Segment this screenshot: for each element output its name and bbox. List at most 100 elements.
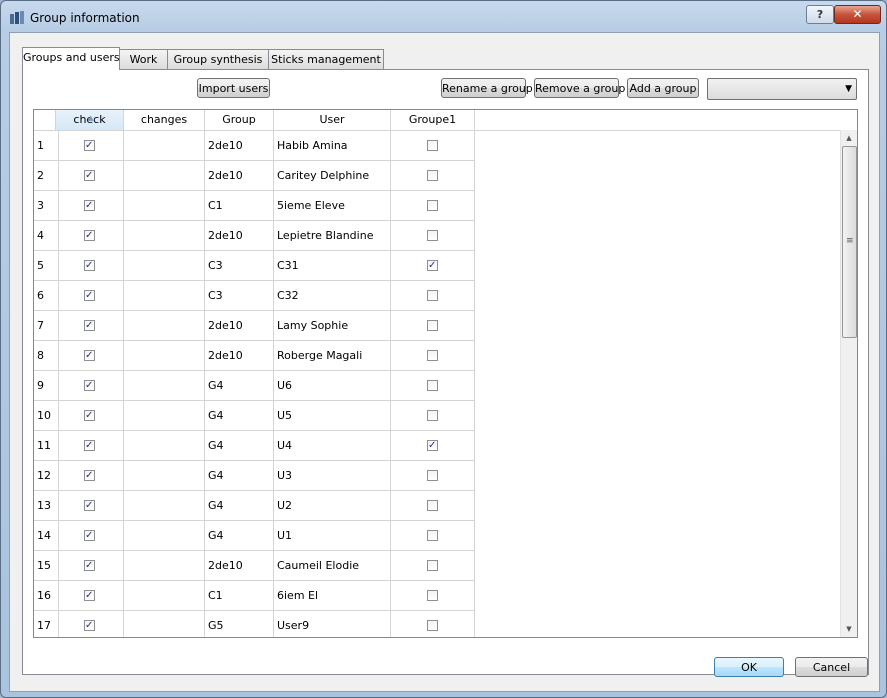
check-checkbox-cell[interactable]: ✓ xyxy=(56,491,124,521)
group-cell[interactable]: C3 xyxy=(205,281,274,311)
title-bar[interactable]: Group information ? ✕ xyxy=(1,1,886,33)
groupe1-checkbox[interactable] xyxy=(427,500,438,511)
changes-cell[interactable] xyxy=(124,611,205,637)
group-cell[interactable]: G5 xyxy=(205,611,274,637)
table-row[interactable]: 1 ✓ 2de10 Habib Amina xyxy=(34,131,841,161)
groupe1-checkbox[interactable]: ✓ xyxy=(427,440,438,451)
check-checkbox-cell[interactable]: ✓ xyxy=(56,251,124,281)
check-checkbox-cell[interactable]: ✓ xyxy=(56,611,124,637)
user-cell[interactable]: U3 xyxy=(274,461,391,491)
groupe1-checkbox[interactable] xyxy=(427,470,438,481)
group-select[interactable]: ▼ xyxy=(707,78,857,100)
changes-cell[interactable] xyxy=(124,521,205,551)
check-checkbox[interactable]: ✓ xyxy=(84,560,95,571)
groupe1-checkbox[interactable] xyxy=(427,140,438,151)
changes-cell[interactable] xyxy=(124,431,205,461)
groupe1-checkbox[interactable] xyxy=(427,170,438,181)
groupe1-checkbox-cell[interactable]: ✓ xyxy=(391,431,475,461)
table-row[interactable]: 16 ✓ C1 6iem El xyxy=(34,581,841,611)
rename-group-button[interactable]: Rename a group xyxy=(441,78,533,98)
tab-sticks-management[interactable]: Sticks management xyxy=(268,49,384,69)
groupe1-checkbox[interactable] xyxy=(427,530,438,541)
group-cell[interactable]: 2de10 xyxy=(205,341,274,371)
scroll-down-icon[interactable]: ▼ xyxy=(841,621,857,637)
groupe1-checkbox[interactable] xyxy=(427,320,438,331)
groupe1-checkbox-cell[interactable] xyxy=(391,161,475,191)
groupe1-checkbox[interactable] xyxy=(427,230,438,241)
table-row[interactable]: 11 ✓ G4 U4 ✓ xyxy=(34,431,841,461)
check-checkbox-cell[interactable]: ✓ xyxy=(56,131,124,161)
groupe1-checkbox[interactable] xyxy=(427,290,438,301)
changes-cell[interactable] xyxy=(124,371,205,401)
check-checkbox-cell[interactable]: ✓ xyxy=(56,341,124,371)
groupe1-checkbox[interactable] xyxy=(427,380,438,391)
check-checkbox[interactable]: ✓ xyxy=(84,440,95,451)
group-cell[interactable]: 2de10 xyxy=(205,221,274,251)
changes-cell[interactable] xyxy=(124,281,205,311)
import-users-button[interactable]: Import users xyxy=(197,78,270,98)
user-cell[interactable]: U6 xyxy=(274,371,391,401)
check-checkbox[interactable]: ✓ xyxy=(84,620,95,631)
close-button[interactable]: ✕ xyxy=(834,5,881,24)
user-cell[interactable]: Caumeil Elodie xyxy=(274,551,391,581)
groupe1-checkbox-cell[interactable] xyxy=(391,581,475,611)
tab-work[interactable]: Work xyxy=(119,49,168,69)
column-header-groupe1[interactable]: Groupe1 xyxy=(391,110,475,130)
groupe1-checkbox-cell[interactable] xyxy=(391,521,475,551)
groupe1-checkbox-cell[interactable] xyxy=(391,371,475,401)
groupe1-checkbox-cell[interactable] xyxy=(391,191,475,221)
column-header-user[interactable]: User xyxy=(274,110,391,130)
check-checkbox[interactable]: ✓ xyxy=(84,350,95,361)
group-cell[interactable]: G4 xyxy=(205,491,274,521)
tab-groups-and-users[interactable]: Groups and users xyxy=(22,47,120,70)
changes-cell[interactable] xyxy=(124,221,205,251)
group-cell[interactable]: G4 xyxy=(205,521,274,551)
check-checkbox[interactable]: ✓ xyxy=(84,530,95,541)
user-cell[interactable]: Lamy Sophie xyxy=(274,311,391,341)
group-cell[interactable]: 2de10 xyxy=(205,161,274,191)
column-header-group[interactable]: Group xyxy=(205,110,274,130)
groupe1-checkbox-cell[interactable] xyxy=(391,611,475,637)
changes-cell[interactable] xyxy=(124,401,205,431)
check-checkbox[interactable]: ✓ xyxy=(84,170,95,181)
user-cell[interactable]: U1 xyxy=(274,521,391,551)
group-cell[interactable]: G4 xyxy=(205,461,274,491)
table-row[interactable]: 8 ✓ 2de10 Roberge Magali xyxy=(34,341,841,371)
cancel-button[interactable]: Cancel xyxy=(795,657,868,677)
changes-cell[interactable] xyxy=(124,581,205,611)
groupe1-checkbox[interactable] xyxy=(427,350,438,361)
groupe1-checkbox-cell[interactable] xyxy=(391,311,475,341)
groupe1-checkbox-cell[interactable] xyxy=(391,341,475,371)
changes-cell[interactable] xyxy=(124,461,205,491)
user-cell[interactable]: U2 xyxy=(274,491,391,521)
table-row[interactable]: 14 ✓ G4 U1 xyxy=(34,521,841,551)
column-header-changes[interactable]: changes xyxy=(124,110,205,130)
groupe1-checkbox[interactable] xyxy=(427,410,438,421)
user-cell[interactable]: U4 xyxy=(274,431,391,461)
check-checkbox[interactable]: ✓ xyxy=(84,320,95,331)
group-cell[interactable]: G4 xyxy=(205,401,274,431)
user-cell[interactable]: Roberge Magali xyxy=(274,341,391,371)
groupe1-checkbox[interactable] xyxy=(427,590,438,601)
group-cell[interactable]: C1 xyxy=(205,581,274,611)
check-checkbox-cell[interactable]: ✓ xyxy=(56,431,124,461)
corner-cell[interactable] xyxy=(34,110,56,130)
groupe1-checkbox[interactable] xyxy=(427,560,438,571)
vertical-scrollbar[interactable]: ▲ ≡ ▼ xyxy=(840,130,857,637)
check-checkbox[interactable]: ✓ xyxy=(84,410,95,421)
users-table[interactable]: ▲ check changes Group User Groupe1 1 ✓ 2de… xyxy=(33,109,858,638)
check-checkbox-cell[interactable]: ✓ xyxy=(56,161,124,191)
check-checkbox[interactable]: ✓ xyxy=(84,380,95,391)
check-checkbox-cell[interactable]: ✓ xyxy=(56,191,124,221)
group-cell[interactable]: 2de10 xyxy=(205,311,274,341)
check-checkbox-cell[interactable]: ✓ xyxy=(56,371,124,401)
groupe1-checkbox-cell[interactable]: ✓ xyxy=(391,251,475,281)
check-checkbox[interactable]: ✓ xyxy=(84,470,95,481)
table-row[interactable]: 4 ✓ 2de10 Lepietre Blandine xyxy=(34,221,841,251)
groupe1-checkbox-cell[interactable] xyxy=(391,461,475,491)
table-row[interactable]: 12 ✓ G4 U3 xyxy=(34,461,841,491)
changes-cell[interactable] xyxy=(124,251,205,281)
user-cell[interactable]: User9 xyxy=(274,611,391,637)
group-cell[interactable]: 2de10 xyxy=(205,551,274,581)
check-checkbox[interactable]: ✓ xyxy=(84,200,95,211)
